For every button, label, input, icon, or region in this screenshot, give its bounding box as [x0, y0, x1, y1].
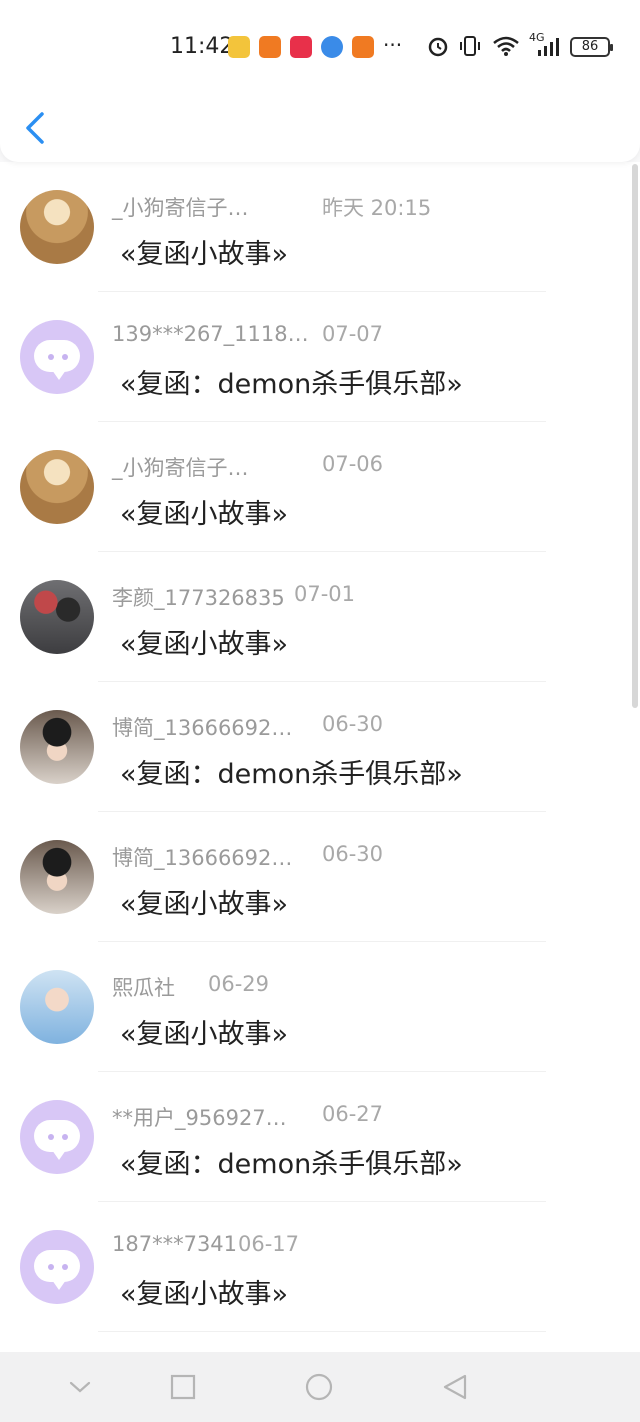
app-icon-2 — [352, 36, 374, 58]
status-time: 11:42 — [170, 34, 234, 59]
list-item[interactable]: 博简_13666692… 06-30 «复函：demon杀手俱乐部» — [0, 682, 640, 812]
message-subject: «复函：demon杀手俱乐部» — [120, 369, 463, 400]
back-button[interactable] — [22, 108, 48, 148]
header-area: 11:42 ··· 4G 86 — [0, 0, 640, 162]
sender-name: 139***267_1118… — [112, 322, 309, 346]
list-item[interactable]: **用户_956927… 06-27 «复函：demon杀手俱乐部» — [0, 1072, 640, 1202]
avatar — [20, 1230, 94, 1304]
avatar — [20, 710, 94, 784]
message-subject: «复函小故事» — [120, 1279, 289, 1310]
message-subject: «复函：demon杀手俱乐部» — [120, 1149, 463, 1180]
avatar — [20, 320, 94, 394]
avatar — [20, 450, 94, 524]
weibo-icon — [228, 36, 250, 58]
message-subject: «复函小故事» — [120, 1019, 289, 1050]
divider — [98, 1331, 546, 1332]
message-date: 06-30 — [322, 712, 384, 736]
system-navigation-bar — [0, 1352, 640, 1422]
home-icon[interactable] — [304, 1372, 334, 1402]
message-subject: «复函：demon杀手俱乐部» — [120, 759, 463, 790]
list-item[interactable]: 熙瓜社 06-29 «复函小故事» — [0, 942, 640, 1072]
list-item[interactable]: 139***267_1118… 07-07 «复函：demon杀手俱乐部» — [0, 292, 640, 422]
avatar — [20, 1100, 94, 1174]
message-date: 06-27 — [322, 1102, 384, 1126]
vibrate-icon — [460, 36, 480, 56]
xiaohongshu-icon — [290, 36, 312, 58]
app-icon-1 — [259, 36, 281, 58]
chat-bubble-icon — [34, 1120, 80, 1160]
wifi-icon — [493, 36, 519, 56]
battery-indicator: 86 — [570, 37, 613, 57]
sender-name: 博简_13666692… — [112, 716, 293, 740]
scrollbar[interactable] — [632, 164, 638, 708]
message-date: 昨天 20:15 — [322, 196, 432, 220]
avatar — [20, 190, 94, 264]
chat-bubble-icon — [34, 340, 80, 380]
message-subject: «复函小故事» — [120, 889, 289, 920]
signal-icon — [538, 38, 559, 56]
sender-name: _小狗寄信子… — [112, 456, 249, 480]
message-date: 06-29 — [208, 972, 270, 996]
avatar — [20, 840, 94, 914]
back-triangle-icon[interactable] — [440, 1372, 470, 1402]
chat-bubble-icon — [34, 1250, 80, 1290]
sender-name: 熙瓜社 — [112, 976, 175, 1000]
message-date: 06-17 — [238, 1232, 300, 1256]
sender-name: 李颜_177326835 — [112, 586, 285, 610]
avatar — [20, 970, 94, 1044]
message-date: 07-07 — [322, 322, 384, 346]
message-date: 06-30 — [322, 842, 384, 866]
alarm-icon — [428, 37, 448, 57]
list-item[interactable]: _小狗寄信子… 07-06 «复函小故事» — [0, 422, 640, 552]
chevron-left-icon — [26, 112, 44, 144]
chevron-down-icon[interactable] — [65, 1372, 95, 1402]
list-item[interactable]: 李颜_177326835 07-01 «复函小故事» — [0, 552, 640, 682]
list-item[interactable]: _小狗寄信子… 昨天 20:15 «复函小故事» — [0, 162, 640, 292]
sender-name: **用户_956927… — [112, 1106, 287, 1130]
list-item[interactable]: 博简_13666692… 06-30 «复函小故事» — [0, 812, 640, 942]
more-dots: ··· — [383, 33, 403, 57]
avatar — [20, 580, 94, 654]
browser-icon — [321, 36, 343, 58]
recent-apps-icon[interactable] — [168, 1372, 198, 1402]
message-subject: «复函小故事» — [120, 499, 289, 530]
message-date: 07-01 — [294, 582, 356, 606]
list-item[interactable]: 187***7341 06-17 «复函小故事» — [0, 1202, 640, 1332]
message-subject: «复函小故事» — [120, 239, 289, 270]
sender-name: _小狗寄信子… — [112, 196, 249, 220]
header-card: 11:42 ··· 4G 86 — [0, 0, 640, 162]
message-date: 07-06 — [322, 452, 384, 476]
sender-name: 187***7341 — [112, 1232, 238, 1256]
message-list[interactable]: _小狗寄信子… 昨天 20:15 «复函小故事» 139***267_1118…… — [0, 162, 640, 1332]
sender-name: 博简_13666692… — [112, 846, 293, 870]
message-subject: «复函小故事» — [120, 629, 289, 660]
